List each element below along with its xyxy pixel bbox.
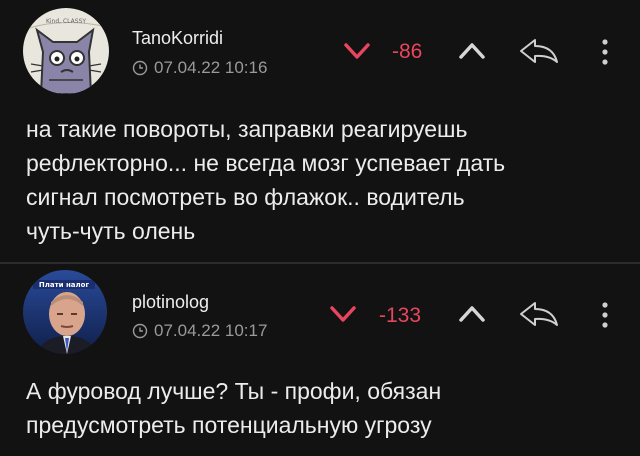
- comment-actions: -133: [0, 264, 640, 354]
- chevron-down-icon: [330, 306, 356, 322]
- chevron-up-icon: [459, 306, 485, 322]
- comments-page: Kind, CLASSY TanoKorridi 07.04.22 10:16: [0, 0, 640, 456]
- score: -133: [379, 304, 422, 327]
- downvote-button[interactable]: [326, 302, 360, 326]
- reply-button[interactable]: [516, 297, 562, 331]
- comment-line: сигнал посмотреть во флажок.. водитель: [26, 184, 465, 210]
- comment-body: на такие повороты, заправки реагируешь р…: [26, 112, 616, 248]
- downvote-button[interactable]: [340, 39, 374, 63]
- comment-body: А фуровод лучше? Ты - профи, обязан пред…: [26, 374, 616, 442]
- comment-line: на такие повороты, заправки реагируешь: [26, 116, 468, 142]
- upvote-button[interactable]: [455, 39, 489, 63]
- comment-actions: -86: [0, 0, 640, 90]
- comment-line: предусмотреть потенциальную угрозу: [26, 412, 432, 438]
- comment-line: А фуровод лучше? Ты - профи, обязан: [26, 378, 442, 404]
- more-options-button[interactable]: [595, 34, 615, 70]
- chevron-up-icon: [459, 43, 485, 59]
- reply-arrow-icon: [520, 302, 558, 326]
- upvote-button[interactable]: [455, 302, 489, 326]
- comment-line: чуть-чуть олень: [26, 218, 196, 244]
- chevron-down-icon: [344, 43, 370, 59]
- reply-button[interactable]: [516, 34, 562, 68]
- more-vertical-icon: [602, 302, 608, 328]
- more-vertical-icon: [602, 39, 608, 65]
- score: -86: [392, 40, 423, 63]
- comment: Kind, CLASSY TanoKorridi 07.04.22 10:16: [0, 0, 640, 262]
- reply-arrow-icon: [520, 39, 558, 63]
- comment: Плати налог plotinolog 07.04.22 10:17 -1…: [0, 264, 640, 456]
- more-options-button[interactable]: [595, 297, 615, 333]
- comment-line: рефлекторно... не всегда мозг успевает д…: [26, 150, 506, 176]
